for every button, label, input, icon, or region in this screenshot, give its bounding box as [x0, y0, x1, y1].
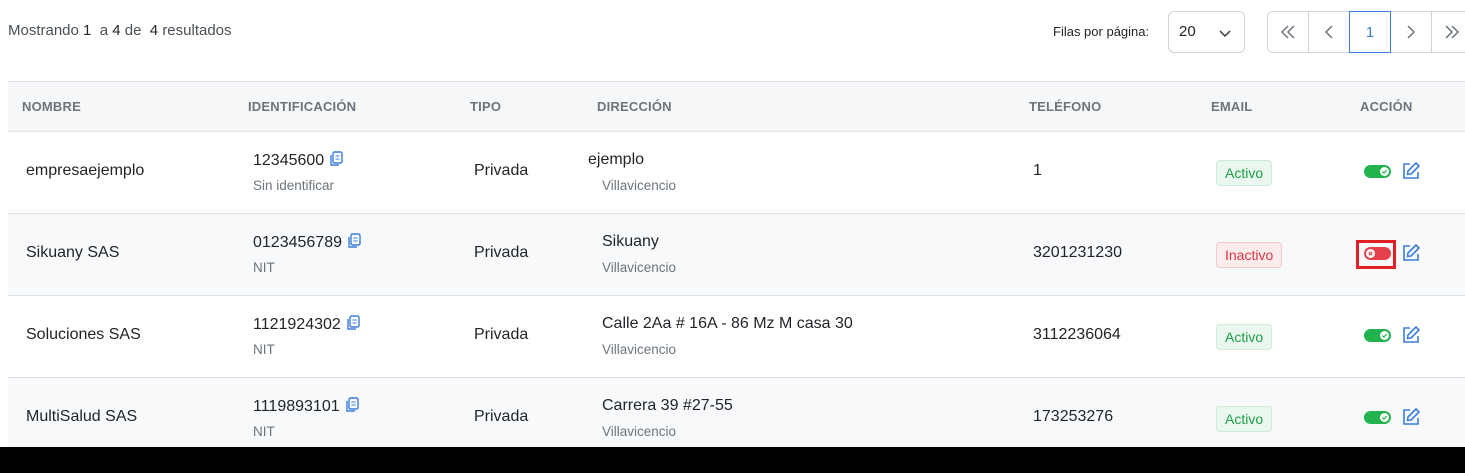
companies-table: NOMBRE IDENTIFICACIÓN TIPO DIRECCIÓN TEL…	[8, 81, 1465, 447]
results-summary: Mostrando 1 a 4 de 4 resultados	[8, 22, 232, 39]
toggle-switch-icon	[1380, 413, 1389, 422]
table-row: Soluciones SAS 1121924302 NIT Privada Ca…	[8, 296, 1465, 378]
company-address: ejemplo	[588, 151, 645, 168]
column-header-accion: ACCIÓN	[1360, 99, 1413, 114]
previous-page-button[interactable]	[1308, 11, 1350, 53]
copy-icon[interactable]	[346, 315, 360, 331]
company-phone: 1	[1033, 162, 1042, 179]
edit-icon[interactable]	[1401, 407, 1421, 427]
column-header-telefono: TELÉFONO	[1029, 99, 1102, 114]
status-toggle[interactable]	[1364, 165, 1391, 178]
chevrons-left-icon	[1280, 25, 1295, 39]
status-toggle[interactable]	[1364, 411, 1391, 424]
copy-icon[interactable]	[345, 397, 359, 413]
company-phone: 3201231230	[1033, 244, 1122, 261]
column-header-email: EMAIL	[1211, 99, 1253, 114]
company-city: Villavicencio	[602, 342, 677, 357]
company-phone: 173253276	[1033, 408, 1114, 425]
company-id: 12345600	[253, 151, 343, 170]
company-id: 0123456789	[253, 233, 361, 252]
company-name: Soluciones SAS	[26, 326, 141, 343]
rows-per-page-select[interactable]: 20	[1168, 11, 1245, 53]
company-city: Villavicencio	[602, 260, 677, 275]
table-row: Sikuany SAS 0123456789 NIT Privada Sikua…	[8, 214, 1465, 296]
company-id-type: NIT	[253, 424, 275, 439]
rows-per-page-value: 20	[1179, 23, 1196, 40]
copy-icon[interactable]	[347, 233, 361, 249]
companies-page: Mostrando 1 a 4 de 4 resultados Filas po…	[0, 0, 1465, 447]
company-type: Privada	[474, 326, 529, 343]
company-name: MultiSalud SAS	[26, 408, 138, 425]
company-name: empresaejemplo	[26, 162, 145, 179]
status-badge: Inactivo	[1216, 242, 1283, 268]
toggle-switch-icon	[1380, 167, 1389, 176]
table-row: MultiSalud SAS 1119893101 NIT Privada Ca…	[8, 378, 1465, 447]
column-header-tipo: TIPO	[470, 99, 502, 114]
company-id-type: NIT	[253, 342, 275, 357]
company-name: Sikuany SAS	[26, 244, 120, 261]
chevron-left-icon	[1324, 25, 1333, 39]
status-toggle[interactable]	[1364, 247, 1391, 260]
edit-icon[interactable]	[1401, 243, 1421, 263]
company-id-type: NIT	[253, 260, 275, 275]
company-id: 1121924302	[253, 315, 360, 334]
toggle-switch-icon	[1380, 331, 1389, 340]
next-page-button[interactable]	[1390, 11, 1432, 53]
column-header-nombre: NOMBRE	[22, 99, 81, 114]
table-row: empresaejemplo 12345600 Sin identificar …	[8, 132, 1465, 214]
rows-per-page-label: Filas por página:	[1053, 24, 1150, 39]
company-id-type: Sin identificar	[253, 178, 335, 193]
chevron-right-icon	[1407, 25, 1416, 39]
status-badge: Activo	[1216, 160, 1273, 186]
status-badge: Activo	[1216, 406, 1273, 432]
pagination: 1	[1267, 11, 1465, 53]
status-toggle[interactable]	[1364, 329, 1391, 342]
toggle-switch-icon	[1366, 249, 1375, 258]
table-header: NOMBRE IDENTIFICACIÓN TIPO DIRECCIÓN TEL…	[8, 81, 1465, 132]
copy-icon[interactable]	[329, 151, 343, 167]
company-phone: 3112236064	[1033, 326, 1121, 343]
page-button-current[interactable]: 1	[1349, 11, 1391, 53]
column-header-direccion: DIRECCIÓN	[597, 99, 672, 114]
last-page-button[interactable]	[1431, 11, 1465, 53]
company-city: Villavicencio	[602, 178, 677, 193]
edit-icon[interactable]	[1401, 161, 1421, 181]
company-city: Villavicencio	[602, 424, 677, 439]
company-type: Privada	[474, 244, 529, 261]
company-address: Sikuany	[602, 233, 659, 250]
company-type: Privada	[474, 408, 529, 425]
column-header-identificacion: IDENTIFICACIÓN	[248, 99, 357, 114]
company-address: Carrera 39 #27-55	[602, 397, 733, 414]
chevron-down-icon	[1219, 30, 1231, 38]
company-id: 1119893101	[253, 397, 359, 416]
company-address: Calle 2Aa # 16A - 86 Mz M casa 30	[602, 315, 853, 332]
company-type: Privada	[474, 162, 529, 179]
first-page-button[interactable]	[1267, 11, 1309, 53]
status-badge: Activo	[1216, 324, 1273, 350]
edit-icon[interactable]	[1401, 325, 1421, 345]
chevrons-right-icon	[1445, 25, 1460, 39]
